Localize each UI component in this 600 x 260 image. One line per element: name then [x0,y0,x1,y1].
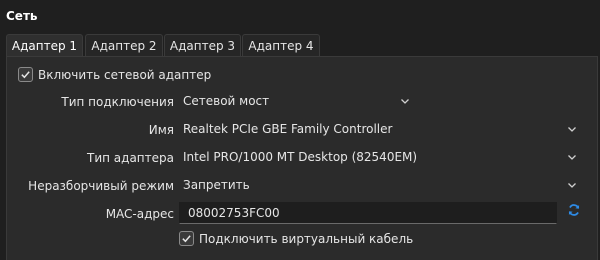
mac-address-value: 08002753FC00 [188,206,280,220]
tab-adapter-2[interactable]: Адаптер 2 [85,34,163,56]
enable-adapter-checkbox[interactable] [18,67,33,82]
tab-adapter-3[interactable]: Адаптер 3 [164,34,241,56]
adapter-type-value: Intel PRO/1000 MT Desktop (82540EM) [183,150,418,164]
mac-address-input[interactable]: 08002753FC00 [179,202,557,224]
name-select[interactable]: Realtek PCIe GBE Family Controller [179,119,584,139]
name-label: Имя [148,123,174,137]
promiscuous-mode-label: Неразборчивый режим [28,179,174,193]
attached-to-label: Тип подключения [61,95,174,109]
promiscuous-mode-value: Запретить [183,178,250,192]
chevron-down-icon [568,155,576,160]
tab-adapter-1[interactable]: Адаптер 1 [6,34,83,57]
mac-address-label: MAC-адрес [105,207,174,221]
cable-connected-checkbox[interactable] [179,231,194,246]
check-icon [182,235,191,243]
promiscuous-mode-select[interactable]: Запретить [179,175,584,195]
adapter-type-select[interactable]: Intel PRO/1000 MT Desktop (82540EM) [179,147,584,167]
chevron-down-icon [401,99,409,104]
refresh-icon[interactable] [567,203,581,217]
chevron-down-icon [568,183,576,188]
adapter-type-label: Тип адаптера [87,151,174,165]
name-value: Realtek PCIe GBE Family Controller [183,122,393,136]
check-icon [21,71,30,79]
section-title: Сеть [6,9,38,23]
enable-adapter-label: Включить сетевой адаптер [38,68,212,82]
tab-adapter-4[interactable]: Адаптер 4 [242,34,320,56]
network-settings: Сеть Адаптер 1 Адаптер 2 Адаптер 3 Адапт… [0,0,600,260]
attached-to-value: Сетевой мост [183,94,270,108]
attached-to-select[interactable]: Сетевой мост [179,91,417,111]
cable-connected-label: Подключить виртуальный кабель [199,232,414,246]
chevron-down-icon [568,127,576,132]
